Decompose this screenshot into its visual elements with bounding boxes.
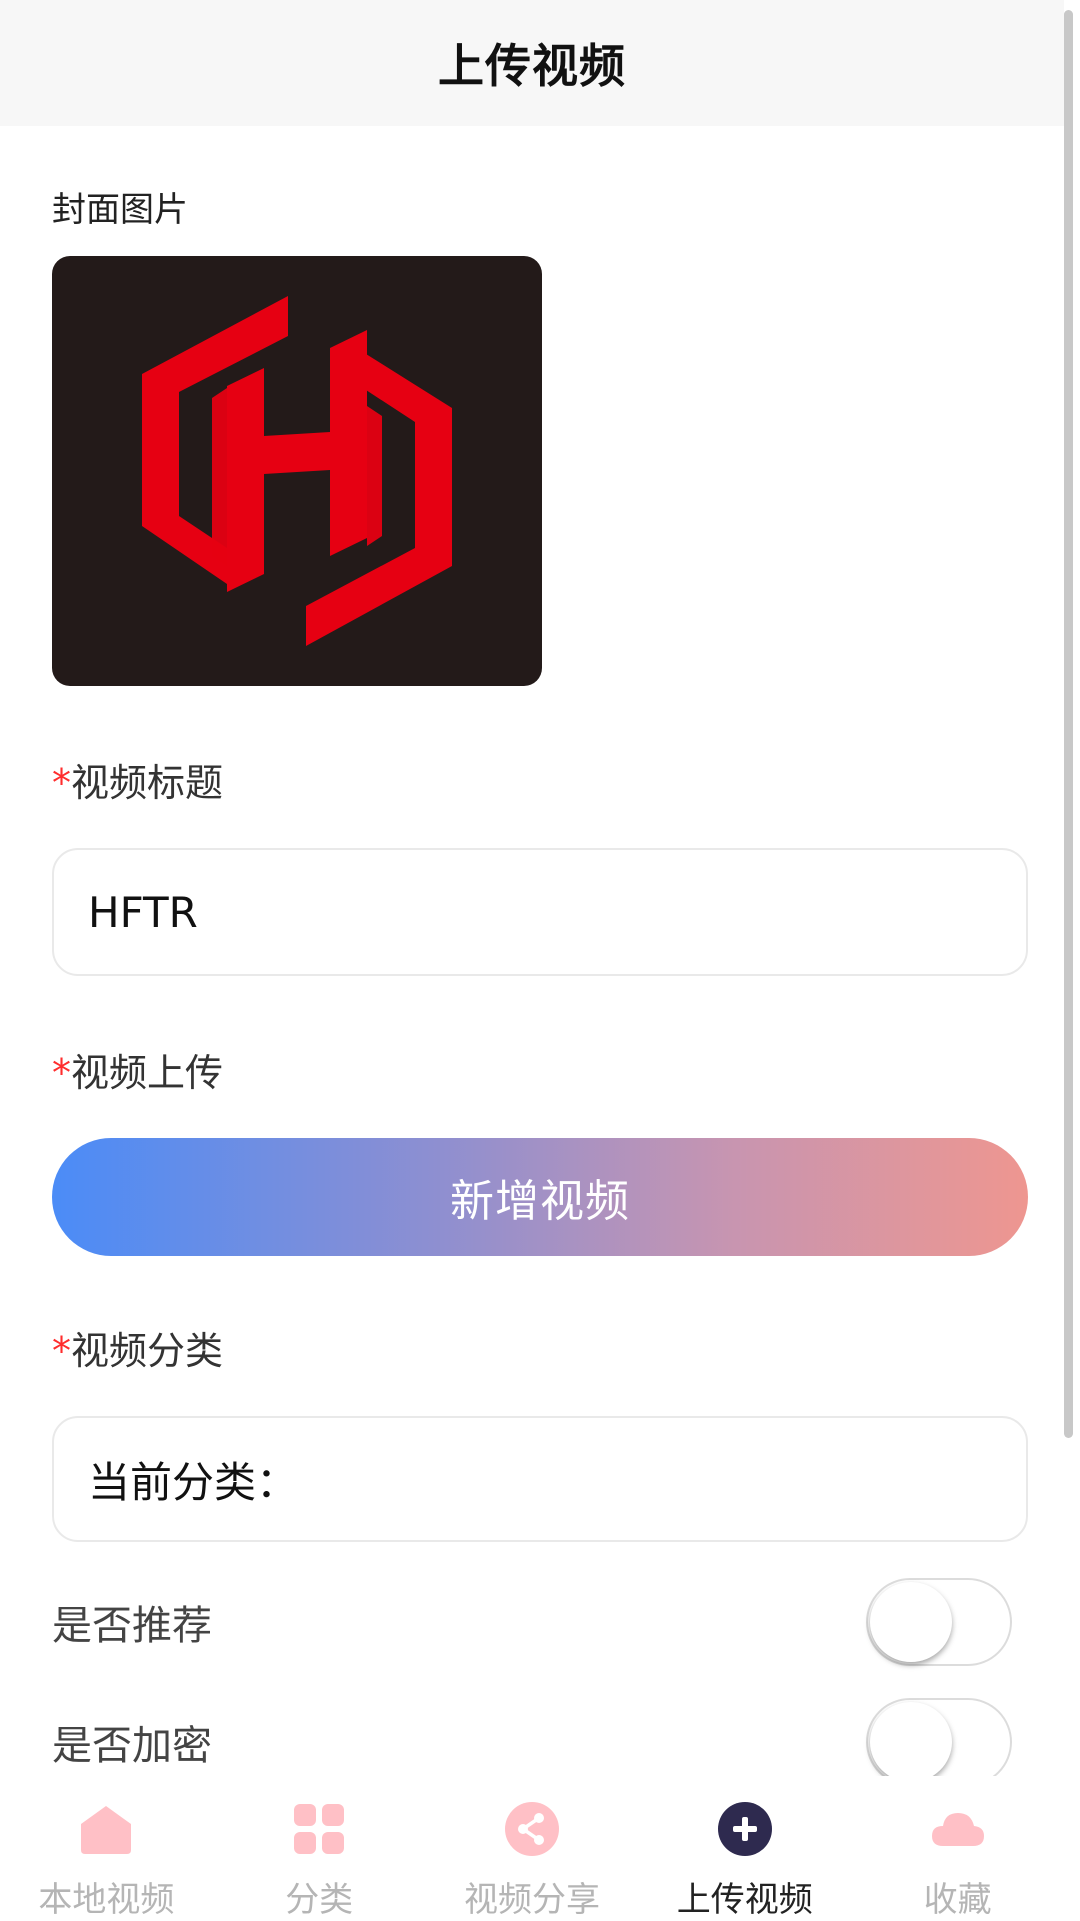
- upload-label: *视频上传: [52, 1051, 224, 1095]
- title-input-value: HFTR: [88, 887, 198, 937]
- tab-video-share[interactable]: 视频分享: [426, 1776, 639, 1920]
- required-mark: *: [52, 1051, 71, 1095]
- recommend-toggle[interactable]: [866, 1578, 1012, 1666]
- page-title: 上传视频: [438, 39, 626, 93]
- encrypt-toggle[interactable]: [866, 1698, 1012, 1776]
- add-video-button[interactable]: 新增视频: [52, 1138, 1028, 1256]
- toggle-knob: [870, 1582, 952, 1662]
- encrypt-row: 是否加密: [52, 1694, 1012, 1776]
- encrypt-label: 是否加密: [52, 1723, 212, 1769]
- cover-image[interactable]: [52, 256, 542, 686]
- page-header: 上传视频: [0, 0, 1064, 126]
- category-value: 当前分类：: [88, 1457, 299, 1507]
- bottom-tab-bar: 本地视频 分类 视频分享 上传视频 收藏: [0, 1776, 1064, 1920]
- scrollbar[interactable]: [1064, 10, 1073, 1438]
- category-select[interactable]: 当前分类：: [52, 1416, 1028, 1542]
- recommend-label: 是否推荐: [52, 1603, 212, 1649]
- hftr-logo-icon: [142, 296, 452, 646]
- plus-circle-icon: [716, 1800, 774, 1858]
- required-mark: *: [52, 1329, 71, 1373]
- tab-upload-video[interactable]: 上传视频: [638, 1776, 851, 1920]
- title-label: *视频标题: [52, 761, 224, 805]
- cloud-icon: [929, 1800, 987, 1858]
- toggle-knob: [870, 1702, 952, 1776]
- cover-label: 封面图片: [52, 190, 188, 230]
- tab-category[interactable]: 分类: [213, 1776, 426, 1920]
- home-icon: [77, 1800, 135, 1858]
- title-input[interactable]: HFTR: [52, 848, 1028, 976]
- tab-favorites[interactable]: 收藏: [851, 1776, 1064, 1920]
- category-label: *视频分类: [52, 1329, 224, 1373]
- grid-icon: [290, 1800, 348, 1858]
- recommend-row: 是否推荐: [52, 1574, 1012, 1670]
- tab-local-videos[interactable]: 本地视频: [0, 1776, 213, 1920]
- share-icon: [503, 1800, 561, 1858]
- required-mark: *: [52, 761, 71, 805]
